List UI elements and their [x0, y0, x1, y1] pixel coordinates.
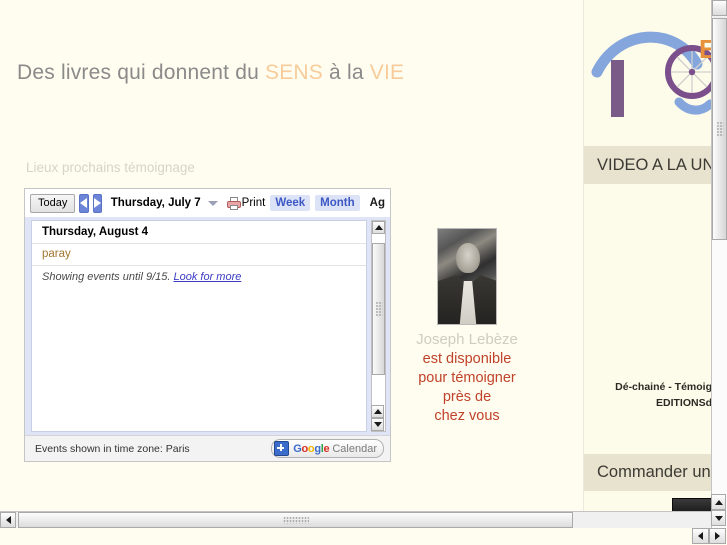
agenda-event-row[interactable]: paray: [32, 244, 366, 266]
scroll-up-icon: [714, 499, 723, 505]
view-tab-week[interactable]: Week: [270, 195, 311, 211]
site-tagline: Des livres qui donnent du SENS à la VIE: [17, 61, 404, 85]
scroll-down-icon: [714, 515, 723, 521]
tagline-highlight-sens: SENS: [265, 61, 324, 84]
print-label: Print: [241, 197, 266, 209]
scroll-up-icon: [374, 225, 383, 230]
next-period-button[interactable]: [92, 193, 102, 213]
joseph-lebeze-photo: [437, 228, 497, 325]
look-for-more-link[interactable]: Look for more: [173, 271, 241, 283]
portrait-name: Joseph Lebèze: [416, 331, 518, 348]
google-wordmark: Google: [293, 443, 329, 455]
widget-scroll-arrows[interactable]: [371, 405, 386, 431]
agenda-scroll-thumb[interactable]: [372, 243, 385, 375]
scroll-grip-icon: [375, 301, 382, 317]
sidebar-caption-line-1: Dé-chainé - Témoig: [615, 381, 711, 393]
calendar-footer: Events shown in time zone: Paris Google …: [25, 435, 390, 461]
vscroll-track[interactable]: [712, 240, 727, 528]
plus-icon: [274, 441, 290, 456]
prev-period-button[interactable]: [79, 193, 89, 213]
hscroll-thumb[interactable]: [18, 512, 573, 528]
view-tab-agenda[interactable]: Ag: [365, 195, 390, 211]
sidebar-video-caption: Dé-chainé - Témoig EDITIONSd: [584, 379, 711, 411]
vertical-scrollbar[interactable]: [711, 0, 727, 528]
today-button[interactable]: Today: [30, 193, 76, 213]
scroll-left-icon: [5, 516, 11, 524]
badge-product-label: Calendar: [332, 442, 377, 455]
chevron-down-icon[interactable]: [207, 200, 218, 206]
hscroll-left-button[interactable]: [0, 512, 16, 528]
agenda-list: Thursday, August 4 paray Showing events …: [31, 220, 367, 432]
testimony-promo-block: Joseph Lebèze est disponible pour témoig…: [406, 228, 528, 426]
vscroll-arrow-cluster[interactable]: [711, 494, 727, 528]
portrait-caption-line-4: chez vous: [434, 408, 500, 424]
portrait-caption-line-1: est disponible: [422, 351, 512, 367]
vscroll-thumb[interactable]: [712, 18, 727, 240]
vscroll-down-button-upper[interactable]: [711, 494, 726, 510]
widget-scroll-up-button[interactable]: [371, 405, 384, 418]
gmark-g: G: [293, 442, 302, 455]
calendar-current-date: Thursday, July 7: [110, 197, 201, 209]
sidebar-caption-line-2: EDITIONSd: [655, 397, 711, 409]
editions-logo: E: [589, 12, 711, 134]
scroll-right-icon: [715, 532, 720, 540]
arrow-right-icon: [93, 198, 101, 208]
agenda-scrollbar[interactable]: [371, 220, 386, 432]
scroll-grip-icon: [282, 516, 309, 524]
sidebar-section-commander-title: Commander un: [597, 463, 711, 481]
logo-graphic: [591, 31, 711, 117]
horizontal-scrollbar[interactable]: [0, 511, 711, 528]
sidebar-section-commander[interactable]: Commander un: [584, 454, 711, 491]
printer-icon: [226, 196, 241, 210]
vscroll-up-button[interactable]: [712, 0, 727, 16]
sidebar-section-video[interactable]: VIDEO A LA UN: [584, 146, 711, 184]
agenda-more-text: Showing events until 9/15.: [42, 271, 174, 283]
portrait-caption: est disponible pour témoigner près de ch…: [406, 350, 528, 426]
agenda-scroll-up-button[interactable]: [372, 221, 385, 234]
arrow-left-icon: [80, 198, 88, 208]
page-root: Des livres qui donnent du SENS à la VIE …: [0, 0, 727, 545]
tagline-highlight-vie: VIE: [369, 61, 405, 84]
portrait-caption-line-2: pour témoigner: [418, 370, 516, 386]
hscroll-left-button-2[interactable]: [692, 528, 709, 544]
content-viewport: Des livres qui donnent du SENS à la VIE …: [0, 0, 711, 528]
hscroll-right-button[interactable]: [709, 528, 726, 544]
section-heading-lieux: Lieux prochains témoignage: [26, 160, 195, 175]
scroll-left-icon: [698, 532, 703, 540]
scroll-grip-icon: [716, 121, 723, 137]
view-tab-month[interactable]: Month: [315, 195, 360, 211]
logo-letter-e: E: [699, 34, 711, 65]
right-sidebar: E VIDEO A LA UN Dé-chainé - Témoig EDITI…: [583, 0, 711, 528]
timezone-note: Events shown in time zone: Paris: [35, 442, 190, 455]
calendar-body: Thursday, August 4 paray Showing events …: [25, 217, 390, 435]
tagline-part-2: à la: [323, 61, 370, 84]
scroll-up-icon: [373, 409, 382, 414]
agenda-more-note: Showing events until 9/15. Look for more: [32, 266, 366, 288]
print-button[interactable]: Print: [226, 196, 266, 210]
sidebar-section-video-title: VIDEO A LA UN: [597, 155, 711, 174]
widget-scroll-down-button[interactable]: [371, 418, 384, 431]
gmark-e: e: [323, 442, 330, 455]
tagline-part-1: Des livres qui donnent du: [17, 61, 266, 84]
portrait-caption-line-3: près de: [442, 389, 492, 405]
vscroll-down-button[interactable]: [711, 510, 726, 526]
calendar-toolbar: Today Thursday, July 7 Print Week Month: [25, 189, 390, 217]
hscroll-arrow-cluster[interactable]: [692, 528, 727, 545]
google-calendar-badge[interactable]: Google Calendar: [271, 439, 384, 458]
agenda-day-header: Thursday, August 4: [32, 221, 366, 244]
scroll-down-icon: [373, 422, 382, 427]
google-calendar-widget[interactable]: Today Thursday, July 7 Print Week Month: [24, 188, 391, 462]
